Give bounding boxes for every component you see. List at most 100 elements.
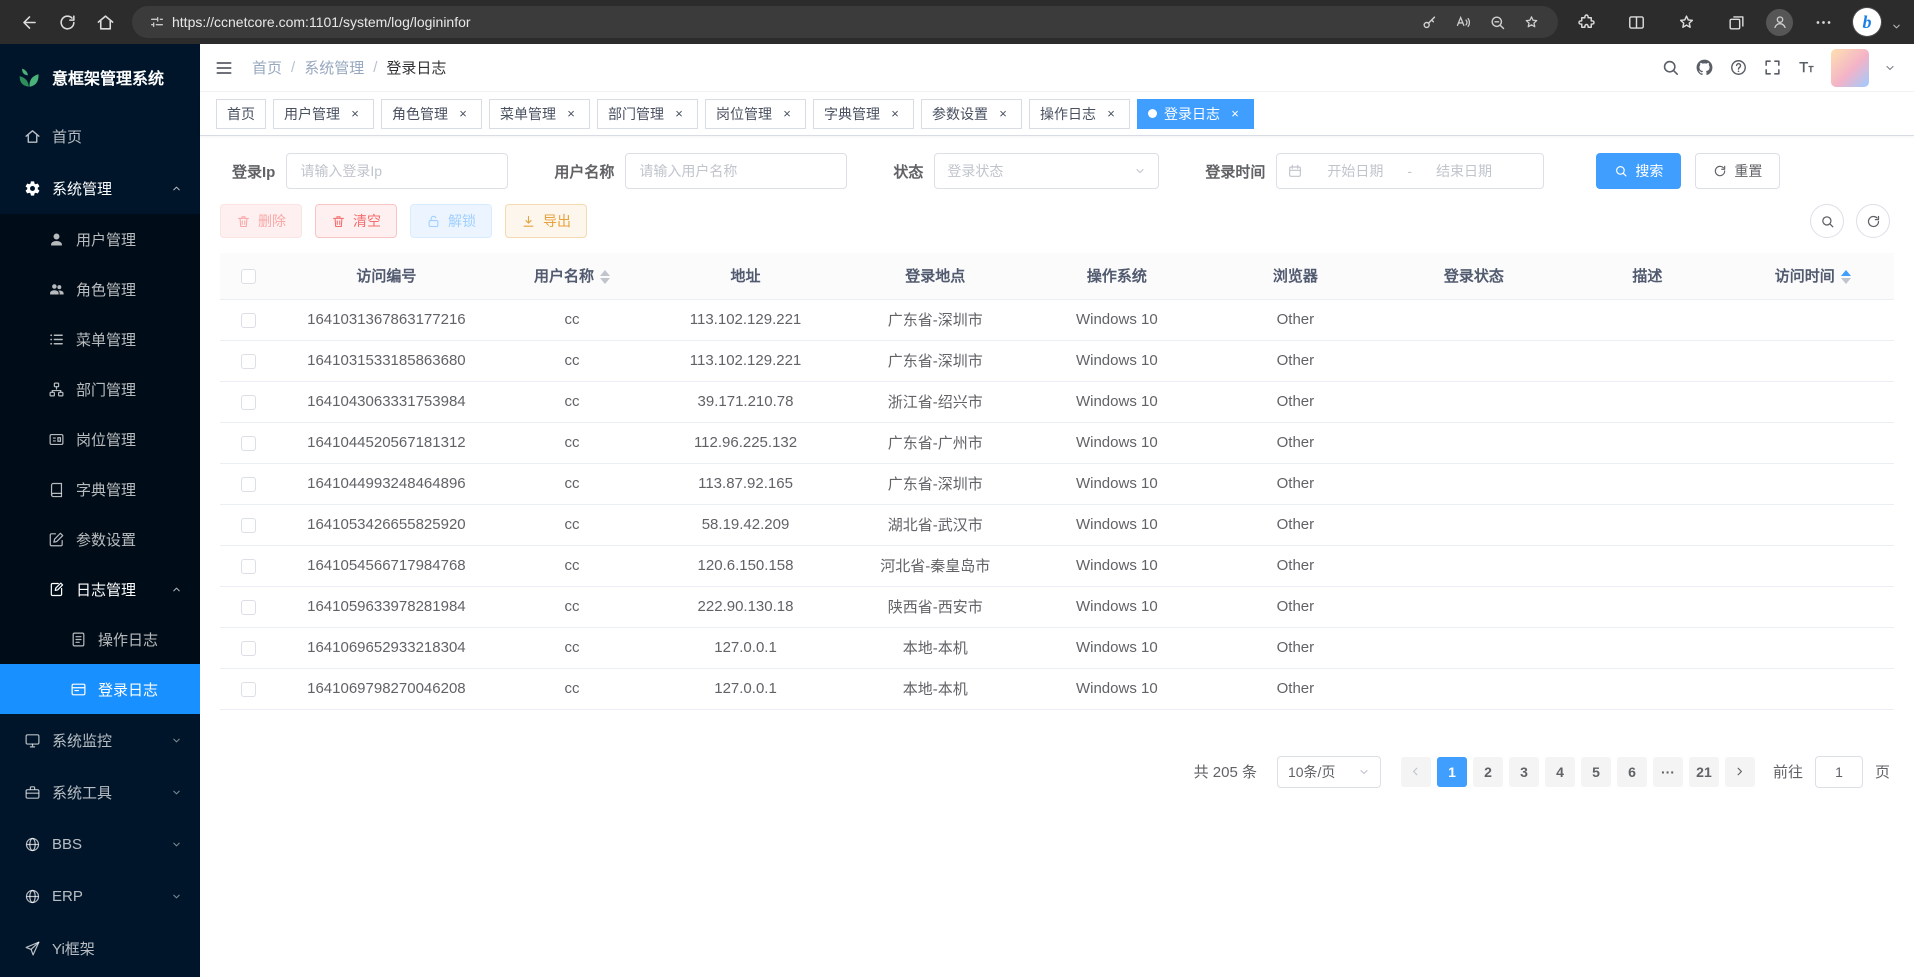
sidebar-item-home[interactable]: 首页	[0, 110, 200, 162]
tab-user-mgmt[interactable]: 用户管理×	[273, 99, 374, 129]
tab-menu-mgmt[interactable]: 菜单管理×	[489, 99, 590, 129]
page-button-3[interactable]: 3	[1509, 757, 1539, 787]
sort-desc-icon[interactable]	[600, 278, 610, 284]
browser-back-button[interactable]	[10, 4, 48, 40]
sort-icons[interactable]	[600, 270, 610, 284]
row-checkbox[interactable]	[241, 436, 256, 451]
column-header-time[interactable]: 访问时间	[1732, 253, 1894, 299]
sidebar-item-op-log[interactable]: 操作日志	[0, 614, 200, 664]
tab-dict-mgmt[interactable]: 字典管理×	[813, 99, 914, 129]
pagination-more-button[interactable]: ···	[1653, 757, 1683, 787]
page-button-last[interactable]: 21	[1689, 757, 1719, 787]
clear-button[interactable]: 清空	[315, 204, 397, 238]
sidebar-item-dept-mgmt[interactable]: 部门管理	[0, 364, 200, 414]
table-row[interactable]: 1641044520567181312 cc 112.96.225.132 广东…	[220, 422, 1894, 463]
sidebar-item-erp[interactable]: ERP	[0, 870, 200, 922]
page-button-6[interactable]: 6	[1617, 757, 1647, 787]
app-logo[interactable]: 意框架管理系统	[0, 44, 200, 110]
end-date-input[interactable]	[1418, 163, 1510, 179]
table-row[interactable]: 1641053426655825920 cc 58.19.42.209 湖北省-…	[220, 504, 1894, 545]
sidebar-item-sys-tools[interactable]: 系统工具	[0, 766, 200, 818]
select-all-checkbox[interactable]	[241, 269, 256, 284]
search-button[interactable]: 搜索	[1596, 153, 1681, 189]
sidebar-item-yi-framework[interactable]: Yi框架	[0, 922, 200, 974]
prev-page-button[interactable]	[1401, 757, 1431, 787]
sidebar-item-menu-mgmt[interactable]: 菜单管理	[0, 314, 200, 364]
row-checkbox[interactable]	[241, 354, 256, 369]
export-button[interactable]: 导出	[505, 204, 587, 238]
row-checkbox[interactable]	[241, 559, 256, 574]
copilot-bing-button[interactable]: b	[1853, 8, 1881, 36]
browser-refresh-button[interactable]	[48, 4, 86, 40]
row-checkbox[interactable]	[241, 518, 256, 533]
refresh-table-button[interactable]	[1856, 204, 1890, 238]
toggle-search-button[interactable]	[1810, 204, 1844, 238]
header-search-icon[interactable]	[1661, 58, 1680, 77]
sidebar-item-login-log[interactable]: 登录日志	[0, 664, 200, 714]
row-checkbox[interactable]	[241, 641, 256, 656]
user-avatar[interactable]	[1831, 49, 1869, 87]
row-checkbox[interactable]	[241, 313, 256, 328]
date-range-picker[interactable]: -	[1276, 153, 1544, 189]
tab-close-icon[interactable]: ×	[671, 106, 687, 122]
tab-close-icon[interactable]: ×	[779, 106, 795, 122]
table-row[interactable]: 1641069652933218304 cc 127.0.0.1 本地-本机 W…	[220, 627, 1894, 668]
row-checkbox[interactable]	[241, 682, 256, 697]
breadcrumb-home[interactable]: 首页	[252, 57, 282, 78]
font-size-icon[interactable]	[1797, 58, 1816, 77]
tab-close-icon[interactable]: ×	[887, 106, 903, 122]
table-row[interactable]: 1641059633978281984 cc 222.90.130.18 陕西省…	[220, 586, 1894, 627]
row-checkbox[interactable]	[241, 600, 256, 615]
tab-close-icon[interactable]: ×	[995, 106, 1011, 122]
unlock-button[interactable]: 解锁	[410, 204, 492, 238]
page-size-select[interactable]: 10条/页	[1277, 756, 1381, 788]
favorites-button[interactable]	[1666, 4, 1706, 40]
github-icon[interactable]	[1695, 58, 1714, 77]
sidebar-item-system-mgmt[interactable]: 系统管理	[0, 162, 200, 214]
sidebar-item-param-settings[interactable]: 参数设置	[0, 514, 200, 564]
tab-role-mgmt[interactable]: 角色管理×	[381, 99, 482, 129]
extensions-button[interactable]	[1566, 4, 1606, 40]
page-button-1[interactable]: 1	[1437, 757, 1467, 787]
sort-icons[interactable]	[1841, 270, 1851, 284]
tab-param-settings[interactable]: 参数设置×	[921, 99, 1022, 129]
table-row[interactable]: 1641043063331753984 cc 39.171.210.78 浙江省…	[220, 381, 1894, 422]
table-row[interactable]: 1641044993248464896 cc 113.87.92.165 广东省…	[220, 463, 1894, 504]
table-row[interactable]: 1641031367863177216 cc 113.102.129.221 广…	[220, 299, 1894, 340]
reset-button[interactable]: 重置	[1695, 153, 1780, 189]
row-checkbox[interactable]	[241, 477, 256, 492]
username-input[interactable]	[625, 153, 847, 189]
sort-desc-icon[interactable]	[1841, 278, 1851, 284]
hamburger-icon[interactable]	[214, 58, 234, 78]
table-row[interactable]: 1641031533185863680 cc 113.102.129.221 广…	[220, 340, 1894, 381]
page-button-5[interactable]: 5	[1581, 757, 1611, 787]
delete-button[interactable]: 删除	[220, 204, 302, 238]
goto-page-input[interactable]	[1815, 756, 1863, 788]
sort-asc-icon[interactable]	[600, 270, 610, 276]
sidebar-item-bbs[interactable]: BBS	[0, 818, 200, 870]
tab-login-log[interactable]: 登录日志×	[1137, 99, 1254, 129]
sort-asc-icon[interactable]	[1841, 270, 1851, 276]
url-text[interactable]: https://ccnetcore.com:1101/system/log/lo…	[172, 14, 1412, 30]
browser-address-bar[interactable]: https://ccnetcore.com:1101/system/log/lo…	[132, 6, 1558, 38]
browser-profile-button[interactable]	[1766, 9, 1793, 36]
tab-post-mgmt[interactable]: 岗位管理×	[705, 99, 806, 129]
tab-close-icon[interactable]: ×	[1103, 106, 1119, 122]
sidebar-item-dict-mgmt[interactable]: 字典管理	[0, 464, 200, 514]
split-screen-button[interactable]	[1616, 4, 1656, 40]
fullscreen-icon[interactable]	[1763, 58, 1782, 77]
tab-op-log[interactable]: 操作日志×	[1029, 99, 1130, 129]
sidebar-item-user-mgmt[interactable]: 用户管理	[0, 214, 200, 264]
tab-dept-mgmt[interactable]: 部门管理×	[597, 99, 698, 129]
zoom-out-icon[interactable]	[1480, 9, 1514, 35]
tab-close-icon[interactable]: ×	[1227, 106, 1243, 122]
add-favorite-star-icon[interactable]	[1514, 9, 1548, 35]
sidebar-item-post-mgmt[interactable]: 岗位管理	[0, 414, 200, 464]
tab-close-icon[interactable]: ×	[563, 106, 579, 122]
breadcrumb-system-mgmt[interactable]: 系统管理	[304, 57, 364, 78]
sidebar-item-sys-monitor[interactable]: 系统监控	[0, 714, 200, 766]
chevron-down-icon[interactable]	[1891, 19, 1902, 37]
tab-close-icon[interactable]: ×	[347, 106, 363, 122]
page-button-4[interactable]: 4	[1545, 757, 1575, 787]
help-icon[interactable]	[1729, 58, 1748, 77]
